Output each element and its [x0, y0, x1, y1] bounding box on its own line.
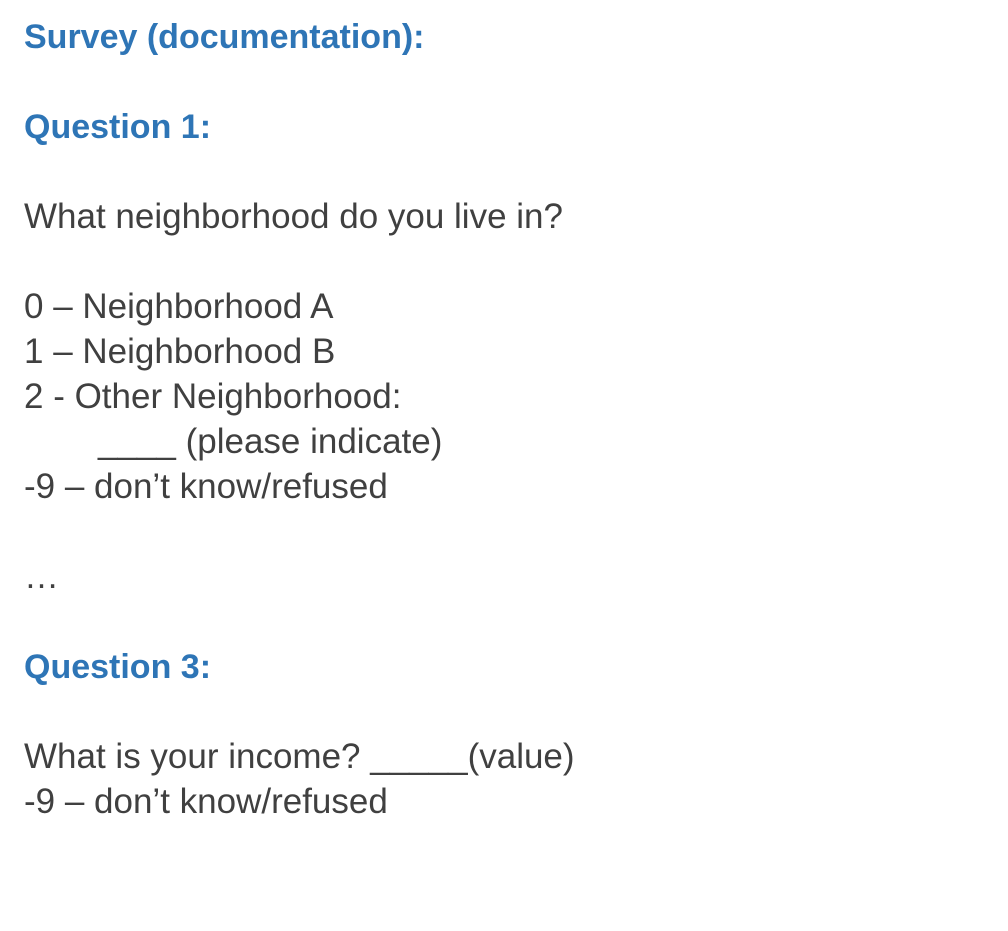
- question-1-option-fill-in: ____ (please indicate): [98, 422, 443, 461]
- question-1-option: 1 – Neighborhood B: [24, 332, 336, 371]
- question-3-prompt: What is your income? _____(value): [24, 737, 575, 776]
- question-3-option: -9 – don’t know/refused: [24, 782, 388, 821]
- question-1-prompt: What neighborhood do you live in?: [24, 197, 563, 236]
- question-1-heading: Question 1:: [24, 108, 212, 146]
- question-3-heading: Question 3:: [24, 648, 212, 686]
- ellipsis: …: [24, 557, 59, 596]
- document-title: Survey (documentation):: [24, 18, 425, 56]
- question-1-option: -9 – don’t know/refused: [24, 467, 388, 506]
- question-1-option: 2 - Other Neighborhood:: [24, 377, 402, 416]
- question-1-option: 0 – Neighborhood A: [24, 287, 334, 326]
